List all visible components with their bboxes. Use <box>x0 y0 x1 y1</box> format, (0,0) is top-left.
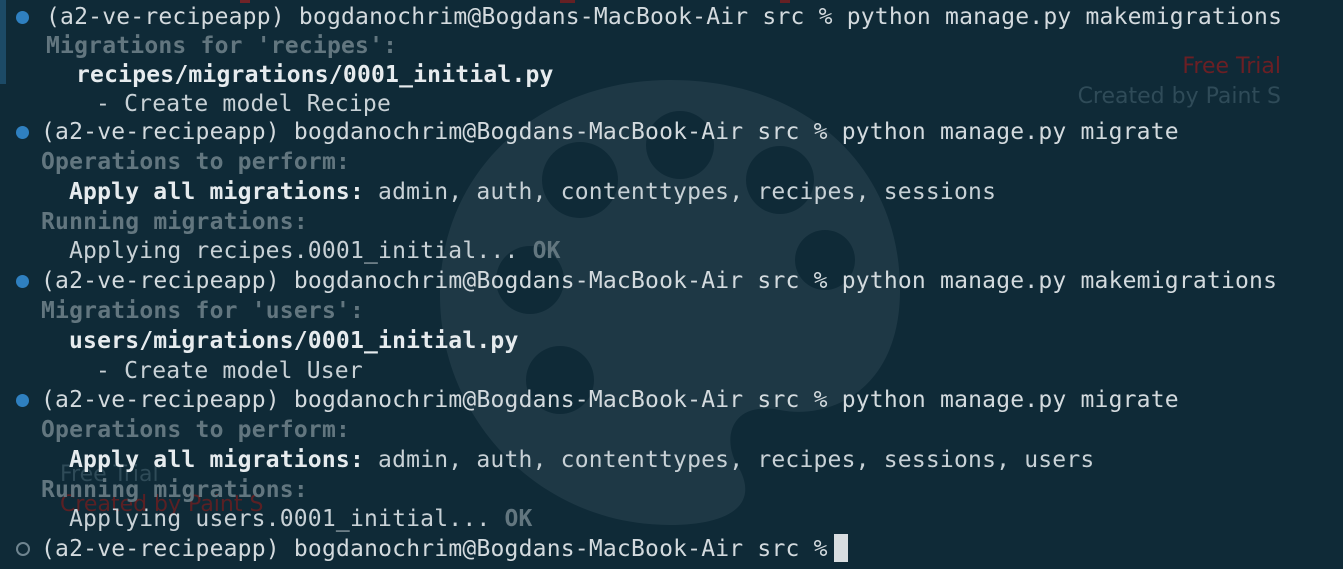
apply-label: Apply all migrations: <box>69 179 364 205</box>
prompt-line: (a2-ve-recipeapp) bogdanochrim@Bogdans-M… <box>41 387 1179 413</box>
watermark-line: Created by Paint S <box>1077 84 1281 109</box>
apply-value: admin, auth, contenttypes, recipes, sess… <box>364 447 1095 473</box>
command-status-dot[interactable] <box>16 394 29 407</box>
command-status-dot[interactable] <box>16 11 29 24</box>
output-line: users/migrations/0001_initial.py <box>69 328 519 354</box>
applying-text: Applying recipes.0001_initial... <box>69 238 519 264</box>
output-line: recipes/migrations/0001_initial.py <box>76 62 554 88</box>
output-line: Migrations for 'users': <box>41 298 365 324</box>
output-line: Applying recipes.0001_initial... OK <box>69 236 561 266</box>
prompt-line: (a2-ve-recipeapp) bogdanochrim@Bogdans-M… <box>41 268 1278 294</box>
terminal-window[interactable]: Free Trial Created by Paint S Free Trial… <box>0 0 1343 569</box>
current-prompt-line[interactable]: (a2-ve-recipeapp) bogdanochrim@Bogdans-M… <box>41 534 848 564</box>
output-line: Apply all migrations: admin, auth, conte… <box>69 445 1094 475</box>
apply-value: admin, auth, contenttypes, recipes, sess… <box>364 179 997 205</box>
ok-status: OK <box>518 238 561 264</box>
output-line: Applying users.0001_initial... OK <box>69 504 533 534</box>
output-line: Operations to perform: <box>41 417 351 443</box>
output-line: Apply all migrations: admin, auth, conte… <box>69 177 996 207</box>
output-line: Migrations for 'recipes': <box>46 33 398 59</box>
prompt-line: (a2-ve-recipeapp) bogdanochrim@Bogdans-M… <box>41 119 1179 145</box>
left-accent-bar <box>0 0 6 84</box>
prompt-line: (a2-ve-recipeapp) bogdanochrim@Bogdans-M… <box>46 4 1283 30</box>
command-status-dot[interactable] <box>16 275 29 288</box>
watermark-top-right: Free Trial Created by Paint S <box>1078 52 1281 112</box>
applying-text: Applying users.0001_initial... <box>69 506 491 532</box>
ok-status: OK <box>490 506 533 532</box>
text-cursor <box>833 534 848 562</box>
apply-label: Apply all migrations: <box>69 447 364 473</box>
output-line: - Create model Recipe <box>96 91 391 117</box>
output-line: Operations to perform: <box>41 149 351 175</box>
watermark-line: Free Trial <box>1182 54 1281 79</box>
prompt-text: (a2-ve-recipeapp) bogdanochrim@Bogdans-M… <box>41 536 828 562</box>
output-line: Running migrations: <box>41 209 308 235</box>
command-status-dot[interactable] <box>16 542 30 556</box>
output-line: - Create model User <box>96 358 363 384</box>
command-status-dot[interactable] <box>16 126 29 139</box>
output-line: Running migrations: <box>41 477 308 503</box>
